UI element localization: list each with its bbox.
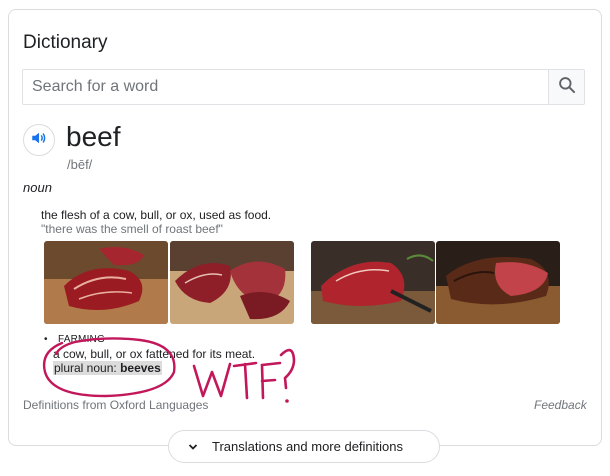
source-attribution[interactable]: Definitions from Oxford Languages (23, 398, 208, 412)
phonetic-spelling: /bēf/ (67, 157, 93, 172)
domain-label: FARMING (58, 334, 105, 345)
part-of-speech: noun (23, 180, 52, 195)
definition-2: a cow, bull, or ox fattened for its meat… (53, 347, 256, 361)
chevron-down-icon (186, 440, 200, 454)
sense-bullet: • (44, 334, 48, 345)
definition-1: the flesh of a cow, bull, or ox, used as… (41, 208, 272, 222)
headword: beef (66, 121, 121, 152)
beef-image-2[interactable] (170, 241, 294, 324)
card-title: Dictionary (23, 32, 108, 53)
more-definitions-button[interactable]: Translations and more definitions (168, 430, 440, 463)
beef-image-3[interactable] (311, 241, 435, 324)
search-input[interactable] (23, 70, 549, 104)
feedback-link[interactable]: Feedback (534, 398, 587, 412)
search-box (22, 69, 585, 105)
speaker-icon (30, 129, 48, 152)
beef-image-1[interactable] (44, 241, 168, 324)
beef-image-4[interactable] (436, 241, 560, 324)
image-strip (44, 241, 560, 324)
plural-word: beeves (120, 361, 161, 375)
pronunciation-button[interactable] (23, 124, 55, 156)
example-1: "there was the smell of roast beef" (41, 222, 223, 236)
search-button[interactable] (548, 70, 584, 104)
plural-prefix: plural noun: (54, 361, 117, 375)
search-icon (557, 75, 577, 100)
more-definitions-label: Translations and more definitions (212, 439, 404, 454)
plural-form: plural noun: beeves (53, 361, 162, 375)
